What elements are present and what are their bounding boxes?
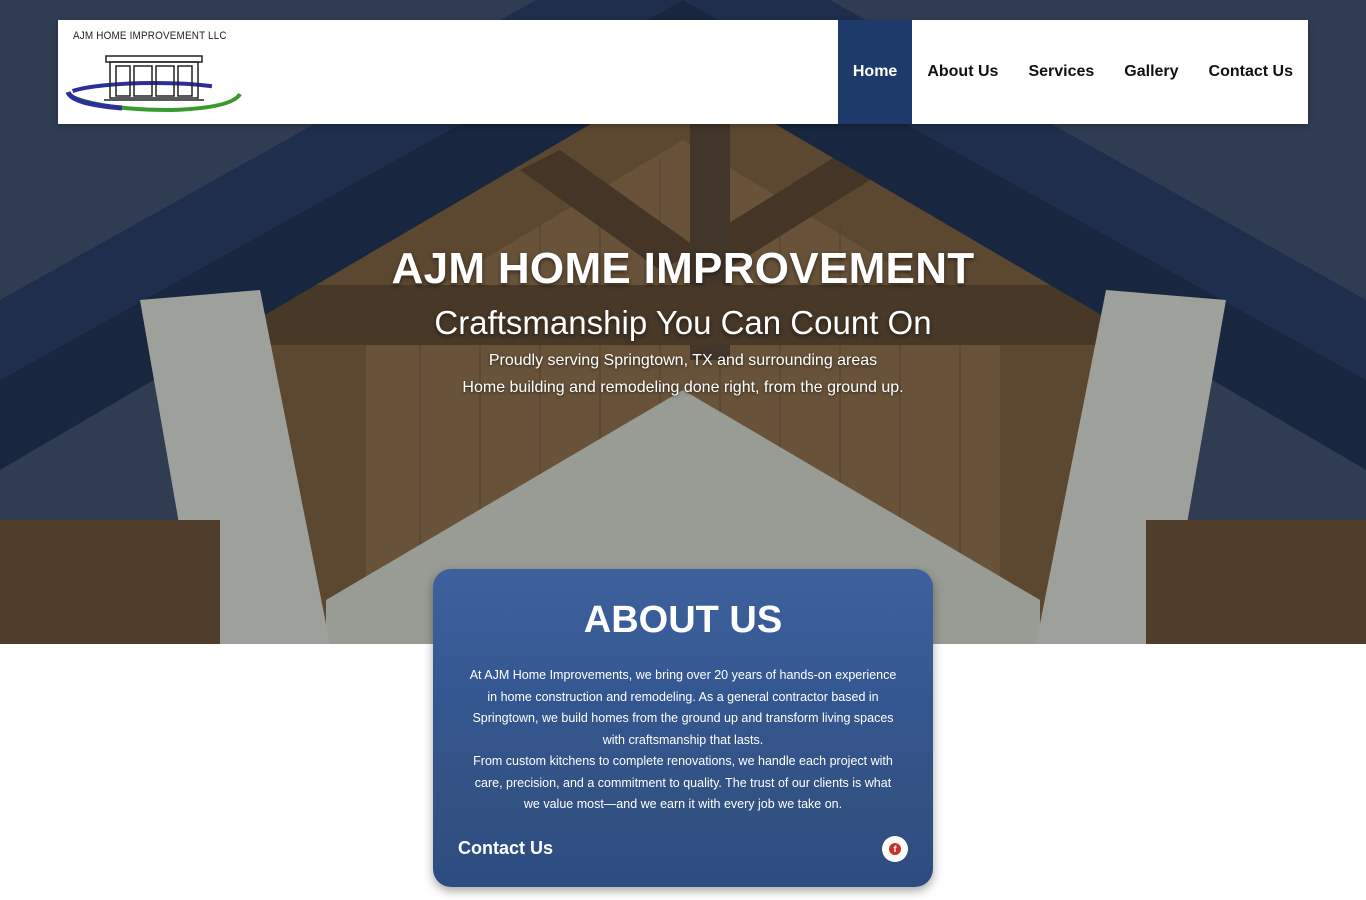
about-line: with craftsmanship that lasts. <box>602 732 764 747</box>
facebook-button[interactable]: f <box>882 836 908 862</box>
nav-contact-us[interactable]: Contact Us <box>1194 20 1308 124</box>
about-line: we value most—and we earn it with every … <box>523 797 843 811</box>
about-us-body: At AJM Home Improvements, we bring over … <box>457 665 909 816</box>
hero-subtitle: Craftsmanship You Can Count On <box>434 304 932 341</box>
site-logo[interactable]: AJM HOME IMPROVEMENT LLC <box>58 20 258 124</box>
about-us-heading: ABOUT US <box>583 599 783 641</box>
contact-us-link[interactable]: Contact Us <box>458 838 553 859</box>
logo-text: AJM HOME IMPROVEMENT LLC <box>73 30 227 42</box>
hero-title: AJM HOME IMPROVEMENT <box>391 244 975 293</box>
hero-service-area: Proudly serving Springtown, TX and surro… <box>488 352 878 369</box>
logo-house-icon <box>64 55 244 113</box>
nav-home[interactable]: Home <box>837 20 913 124</box>
nav-services[interactable]: Services <box>1013 20 1109 124</box>
main-nav: Home About Us Services Gallery Contact U… <box>837 20 1308 124</box>
about-line: care, precision, and a commitment to qua… <box>474 775 892 790</box>
about-line: At AJM Home Improvements, we bring over … <box>469 668 897 682</box>
about-line: Springtown, we build homes from the grou… <box>472 711 894 725</box>
about-line: From custom kitchens to complete renovat… <box>473 754 893 768</box>
about-us-card: ABOUT US At AJM Home Improvements, we br… <box>433 569 933 887</box>
site-header: AJM HOME IMPROVEMENT LLC Home About Us S… <box>58 20 1308 124</box>
nav-gallery[interactable]: Gallery <box>1109 20 1193 124</box>
hero-tagline: Home building and remodeling done right,… <box>462 379 904 396</box>
nav-about-us[interactable]: About Us <box>912 20 1013 124</box>
facebook-icon: f <box>889 843 901 855</box>
about-line: in home construction and remodeling. As … <box>487 689 879 704</box>
